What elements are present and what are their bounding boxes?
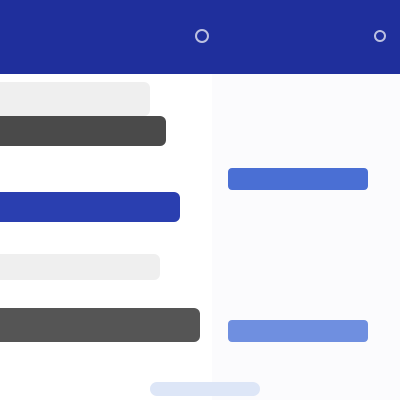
stack-item-5[interactable] [0, 308, 200, 342]
app-bar [0, 0, 400, 74]
home-icon[interactable] [186, 20, 218, 52]
stack-item-2[interactable] [0, 116, 166, 146]
more-icon[interactable] [364, 20, 396, 52]
primary-button[interactable] [228, 168, 368, 190]
secondary-button[interactable] [228, 320, 368, 342]
left-panel [0, 74, 212, 400]
stack-item-4[interactable] [0, 254, 160, 280]
bottom-hint [150, 382, 260, 396]
app-screen [0, 0, 400, 400]
stack-item-3-selected[interactable] [0, 192, 180, 222]
stack-item-1[interactable] [0, 82, 150, 116]
form-panel [212, 74, 400, 400]
